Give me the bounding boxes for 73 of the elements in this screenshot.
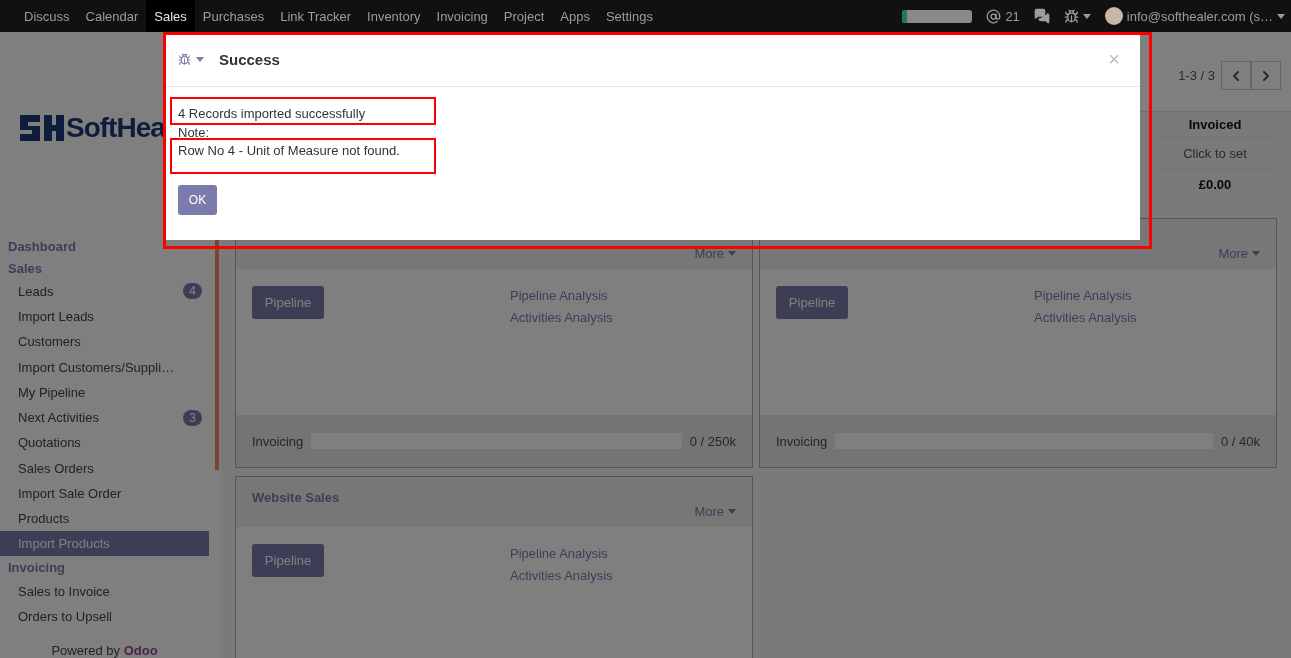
report-link[interactable]: Activities Analysis [510, 310, 613, 325]
app-menu-item[interactable]: Apps [552, 0, 598, 32]
progress-bar [902, 9, 973, 23]
sidebar-item[interactable]: Import Customers/Suppli… [0, 354, 209, 380]
sidebar-item[interactable]: Sales Orders [0, 455, 209, 481]
logo-text: SoftHea [66, 112, 165, 145]
report-link[interactable]: Pipeline Analysis [1034, 288, 1137, 303]
next-button[interactable] [1251, 61, 1281, 90]
report-link[interactable]: Pipeline Analysis [510, 546, 613, 561]
column-header: Invoiced [1155, 112, 1275, 137]
more-link[interactable]: More [694, 245, 736, 261]
invoicing-label: Invoicing [776, 433, 828, 449]
sidebar-item[interactable]: My Pipeline [0, 379, 209, 405]
app-menu-item[interactable]: Purchases [194, 0, 273, 32]
app-menu-item[interactable]: Calendar [77, 0, 147, 32]
sidebar-item[interactable]: Import Sale Order [0, 480, 209, 506]
chat-icon[interactable] [1033, 8, 1050, 24]
caret-icon [1082, 13, 1091, 19]
app-menu-item[interactable]: Discuss [16, 0, 78, 32]
table-cell: £0.00 [1155, 169, 1275, 199]
bug-icon [1063, 8, 1079, 24]
invoicing-reading: 0 / 250k [689, 433, 736, 449]
message-line: 4 Records imported successfully [178, 106, 366, 123]
app-menu-item[interactable]: Link Tracker [272, 0, 360, 32]
sidebar-item[interactable]: Leads 4 [0, 278, 209, 304]
sidebar-item[interactable]: Import Leads [0, 303, 209, 330]
sidebar-item[interactable]: Sales to Invoice [0, 578, 209, 604]
menu-section-title[interactable]: Invoicing [0, 556, 209, 579]
app-menu-item[interactable]: Settings [597, 0, 661, 32]
bug-icon[interactable] [178, 52, 191, 66]
app-menu-item[interactable]: Sales [146, 0, 195, 32]
app-menu-item[interactable]: Inventory [359, 0, 429, 32]
ok-button[interactable]: OK [178, 184, 217, 215]
caret-icon [1252, 250, 1260, 256]
invoicing-label: Invoicing [252, 433, 304, 449]
more-link[interactable]: More [1218, 245, 1260, 261]
pipeline-button[interactable]: Pipeline [776, 286, 848, 319]
report-link[interactable]: Pipeline Analysis [510, 288, 613, 303]
more-link[interactable]: More [694, 503, 736, 519]
caret-icon [728, 250, 736, 256]
sidebar-item[interactable]: Customers [0, 329, 209, 355]
logo-icon [20, 115, 64, 142]
pipeline-button[interactable]: Pipeline [252, 286, 324, 319]
caret-icon [196, 56, 204, 62]
sidebar-item[interactable]: Import Products [0, 531, 209, 557]
user-menu[interactable]: info@softhealer.com (s… [1104, 7, 1285, 25]
menu-section-title[interactable]: Sales [0, 256, 209, 279]
count-badge: 3 [183, 409, 202, 426]
message-line: Row No 4 - Unit of Measure not found. [178, 143, 400, 160]
message-line: Note: [178, 124, 210, 142]
app-menu-item[interactable]: Invoicing [428, 0, 496, 32]
app-menu-item[interactable]: Project [495, 0, 553, 32]
mentions-button[interactable]: 21 [986, 8, 1020, 24]
scrollbar-thumb[interactable] [215, 240, 219, 470]
caret-icon [728, 508, 736, 514]
debug-menu[interactable] [1063, 8, 1091, 24]
report-link[interactable]: Activities Analysis [1034, 310, 1137, 325]
powered-by-text: Powered by Odoo [50, 642, 159, 658]
invoicing-reading: 0 / 40k [1220, 433, 1260, 449]
caret-icon [1277, 13, 1285, 19]
sidebar-item[interactable]: Next Activities 3 [0, 404, 209, 431]
count-badge: 4 [183, 283, 202, 300]
previous-button[interactable] [1221, 61, 1251, 90]
table-cell[interactable]: Click to set [1155, 138, 1275, 168]
at-icon [986, 8, 1002, 24]
avatar-icon [1104, 7, 1123, 25]
pager-range: 1-3 / 3 [1178, 68, 1215, 83]
card-title[interactable]: Website Sales [252, 490, 340, 506]
dialog-title: Success [219, 50, 280, 68]
sidebar-item[interactable]: Quotations [0, 430, 209, 456]
pipeline-button[interactable]: Pipeline [252, 544, 324, 577]
report-link[interactable]: Activities Analysis [510, 568, 613, 583]
sidebar-item[interactable]: Orders to Upsell [0, 603, 209, 629]
